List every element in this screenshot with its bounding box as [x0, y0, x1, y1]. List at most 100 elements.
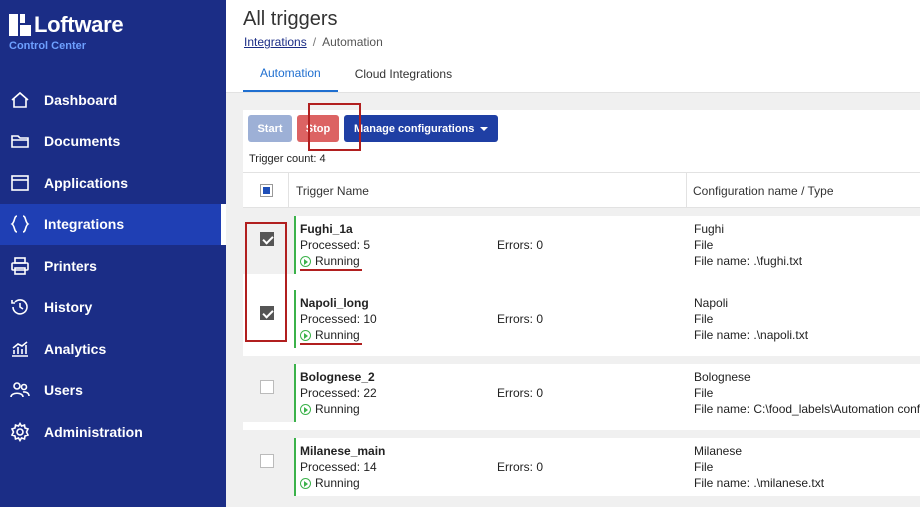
- running-indicator-bar: [294, 216, 296, 274]
- table-row[interactable]: Bolognese_2 Processed: 22 Running Errors…: [243, 356, 920, 422]
- gear-icon: [9, 421, 31, 443]
- page-title: All triggers: [243, 8, 338, 30]
- error-count: Errors: 0: [497, 312, 544, 326]
- play-circle-icon: [300, 477, 311, 489]
- row-checkbox[interactable]: [260, 306, 274, 320]
- configuration-type: File: [694, 238, 714, 252]
- processed-count: Processed: 5: [300, 238, 371, 252]
- row-card: [294, 438, 920, 496]
- error-count: Errors: 0: [497, 386, 544, 400]
- caret-down-icon: [480, 126, 489, 131]
- error-count: Errors: 0: [497, 460, 544, 474]
- select-all-checkbox[interactable]: [260, 184, 273, 197]
- manage-configurations-button[interactable]: Manage configurations: [344, 115, 499, 142]
- tab-automation[interactable]: Automation: [243, 56, 338, 92]
- sidebar-item-label: Administration: [44, 423, 143, 440]
- brand-subtitle: Control Center: [9, 40, 86, 52]
- analytics-icon: [9, 338, 31, 360]
- trigger-name[interactable]: Napoli_long: [300, 296, 369, 310]
- row-checkbox[interactable]: [260, 380, 274, 394]
- column-divider: [686, 173, 687, 209]
- history-icon: [9, 296, 31, 318]
- running-indicator-bar: [294, 290, 296, 348]
- configuration-type: File: [694, 386, 714, 400]
- sidebar-item-administration[interactable]: Administration: [0, 411, 226, 453]
- column-header-configuration[interactable]: Configuration name / Type: [693, 184, 834, 198]
- sidebar-item-printers[interactable]: Printers: [0, 245, 226, 287]
- users-icon: [9, 379, 31, 401]
- row-checkbox[interactable]: [260, 232, 274, 246]
- table-row[interactable]: Napoli_long Processed: 10 Running Errors…: [243, 282, 920, 348]
- sidebar-item-label: Applications: [44, 174, 129, 191]
- tab-bar: Automation Cloud Integrations: [243, 56, 469, 92]
- configuration-file: File name: .\milanese.txt: [694, 476, 825, 490]
- trigger-status: Running: [300, 476, 360, 490]
- column-header-trigger-name[interactable]: Trigger Name: [296, 184, 369, 198]
- configuration-name: Milanese: [694, 444, 743, 458]
- play-circle-icon: [300, 329, 311, 341]
- braces-icon: [9, 213, 31, 235]
- processed-count: Processed: 22: [300, 386, 377, 400]
- configuration-file: File name: .\napoli.txt: [694, 328, 809, 342]
- sidebar-item-integrations[interactable]: Integrations: [0, 203, 226, 245]
- breadcrumb-link-integrations[interactable]: Integrations: [244, 35, 307, 49]
- play-circle-icon: [300, 255, 311, 267]
- sidebar-item-label: Dashboard: [44, 91, 118, 108]
- start-button[interactable]: Start: [248, 115, 292, 142]
- row-checkbox[interactable]: [260, 454, 274, 468]
- row-card: [294, 216, 920, 274]
- status-text: Running: [315, 402, 360, 416]
- breadcrumb-separator: /: [312, 35, 317, 49]
- configuration-name: Fughi: [694, 222, 725, 236]
- sidebar: Loftware Control Center Dashboard Docume…: [0, 0, 226, 507]
- window-icon: [9, 172, 31, 194]
- trigger-name[interactable]: Milanese_main: [300, 444, 385, 458]
- loftware-logo-icon: [9, 14, 31, 36]
- main-area: All triggers Integrations / Automation Aut…: [226, 0, 920, 507]
- trigger-count: Trigger count: 4: [249, 153, 326, 165]
- triggers-panel: Start Stop Manage configurations Trigger…: [243, 103, 920, 507]
- sidebar-item-history[interactable]: History: [0, 287, 226, 329]
- configuration-name: Bolognese: [694, 370, 751, 384]
- sidebar-item-users[interactable]: Users: [0, 370, 226, 412]
- brand-name: Loftware: [34, 12, 124, 37]
- trigger-status: Running: [300, 254, 360, 268]
- trigger-name[interactable]: Fughi_1a: [300, 222, 353, 236]
- sidebar-nav: Dashboard Documents Applications Integra…: [0, 79, 226, 453]
- sidebar-item-analytics[interactable]: Analytics: [0, 328, 226, 370]
- tab-cloud-integrations[interactable]: Cloud Integrations: [338, 56, 469, 92]
- configuration-name: Napoli: [694, 296, 729, 310]
- brand-logo[interactable]: Loftware Control Center: [9, 12, 124, 52]
- trigger-status: Running: [300, 402, 360, 416]
- sidebar-item-applications[interactable]: Applications: [0, 162, 226, 204]
- breadcrumb-current: Automation: [322, 35, 383, 49]
- column-divider: [288, 173, 289, 209]
- manage-configurations-label: Manage configurations: [354, 122, 475, 135]
- sidebar-item-label: Users: [44, 382, 83, 399]
- table-row[interactable]: Milanese_main Processed: 14 Running Erro…: [243, 430, 920, 507]
- configuration-type: File: [694, 312, 714, 326]
- sidebar-item-documents[interactable]: Documents: [0, 121, 226, 163]
- sidebar-item-label: Documents: [44, 133, 121, 150]
- status-underline-annotation: [300, 343, 362, 345]
- configuration-type: File: [694, 460, 714, 474]
- status-underline-annotation: [300, 269, 362, 271]
- folder-icon: [9, 130, 31, 152]
- sidebar-item-label: Integrations: [44, 216, 125, 233]
- printer-icon: [9, 255, 31, 277]
- sidebar-item-label: Analytics: [44, 340, 107, 357]
- sidebar-item-dashboard[interactable]: Dashboard: [0, 79, 226, 121]
- breadcrumb: Integrations / Automation: [244, 35, 383, 49]
- processed-count: Processed: 10: [300, 312, 377, 326]
- table-header: Trigger Name Configuration name / Type: [243, 172, 920, 209]
- toolbar: Start Stop Manage configurations: [248, 115, 499, 142]
- trigger-name[interactable]: Bolognese_2: [300, 370, 375, 384]
- processed-count: Processed: 14: [300, 460, 377, 474]
- status-text: Running: [315, 254, 360, 268]
- running-indicator-bar: [294, 438, 296, 496]
- trigger-status: Running: [300, 328, 360, 342]
- stop-button[interactable]: Stop: [297, 115, 339, 142]
- sidebar-item-label: Printers: [44, 257, 97, 274]
- status-text: Running: [315, 328, 360, 342]
- table-row[interactable]: Fughi_1a Processed: 5 Running Errors: 0 …: [243, 208, 920, 274]
